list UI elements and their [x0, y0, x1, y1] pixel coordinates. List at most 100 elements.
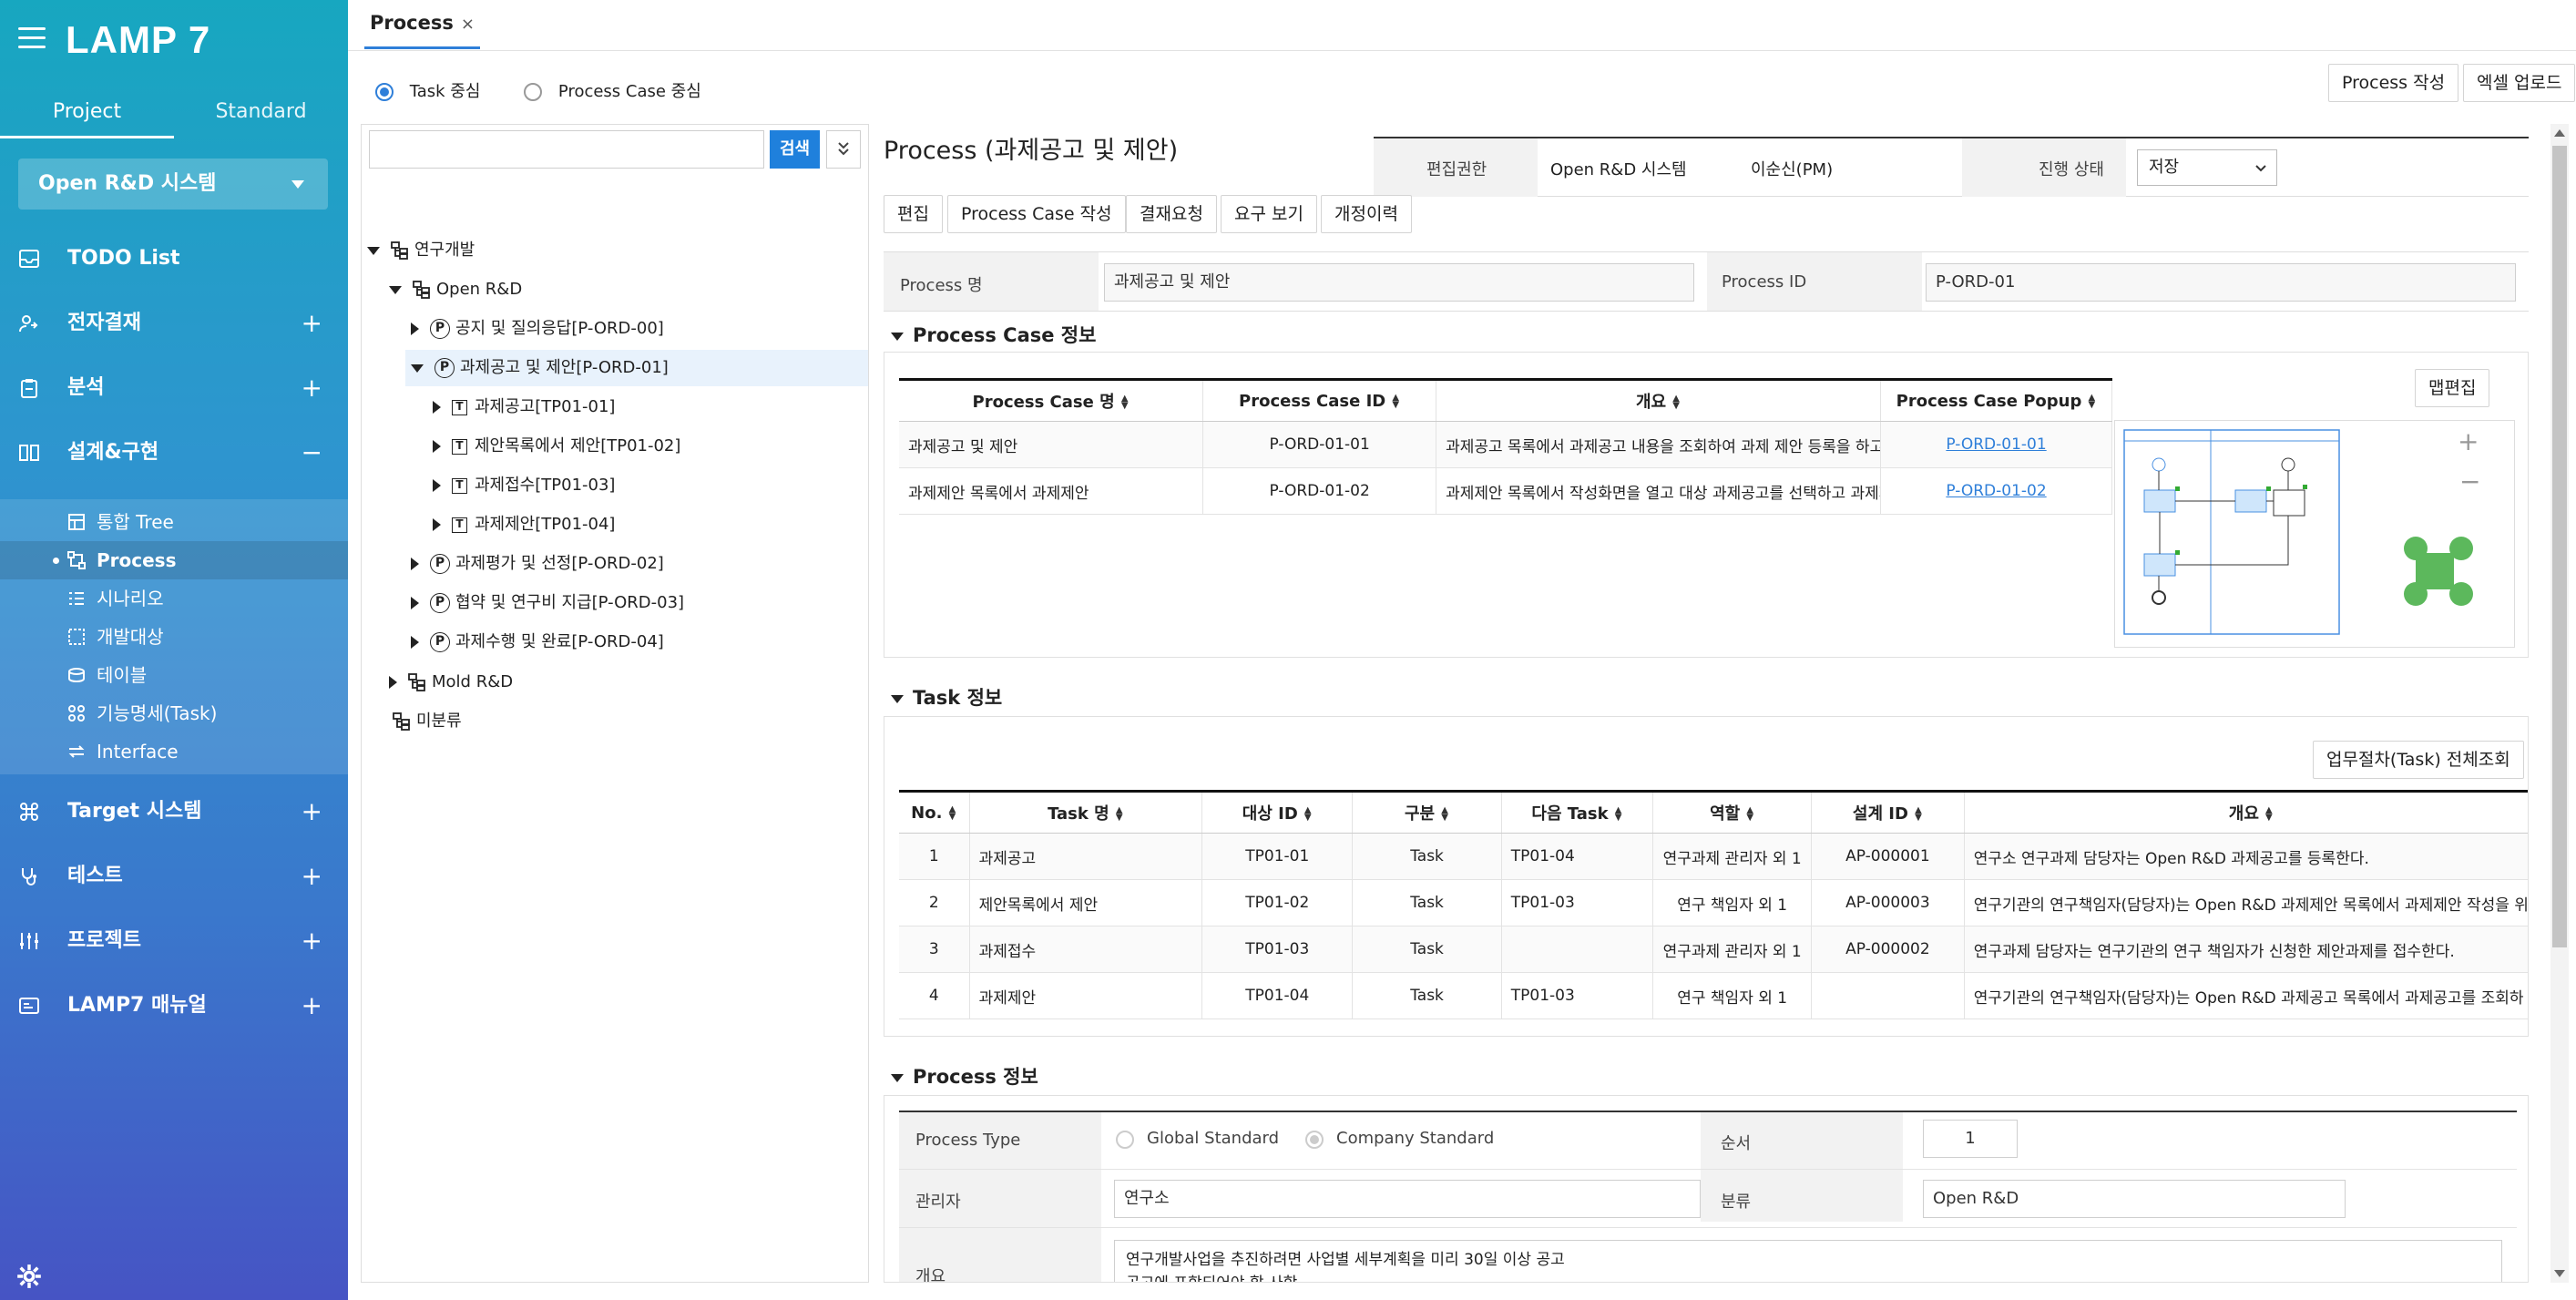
table-row[interactable]: 과제공고 및 제안 P-ORD-01-01 과제공고 목록에서 과제공고 내용을… — [899, 421, 2112, 468]
view-requirements-button[interactable]: 요구 보기 — [1221, 195, 1317, 233]
scrollbar-thumb[interactable] — [2552, 146, 2567, 947]
sidebar-item-scenario[interactable]: 시나리오 — [0, 579, 348, 618]
sort-icon[interactable]: ▲ ▼ — [1115, 806, 1124, 823]
sidebar-item-interface[interactable]: Interface — [0, 732, 348, 771]
sort-icon[interactable]: ▲ ▼ — [1303, 806, 1313, 823]
expand-toggle[interactable] — [411, 558, 419, 570]
view-all-tasks-button[interactable]: 업무절차(Task) 전체조회 — [2313, 741, 2524, 779]
collapse-icon[interactable]: − — [302, 420, 322, 485]
category-field[interactable]: Open R&D — [1923, 1180, 2346, 1218]
nav-target-system[interactable]: Target 시스템 + — [0, 779, 348, 844]
column-header[interactable]: 개요 ▲ ▼ — [1964, 790, 2528, 834]
section-process-case-title[interactable]: Process Case 정보 — [891, 321, 1096, 348]
column-header[interactable]: Process Case Popup ▲ ▼ — [1880, 378, 2112, 422]
revision-history-button[interactable]: 개정이력 — [1321, 195, 1412, 233]
tree-search-input[interactable] — [369, 130, 764, 169]
table-row[interactable]: 2 제안목록에서 제안 TP01-02 Task TP01-03 연구 책임자 … — [899, 879, 2528, 926]
expand-toggle[interactable] — [411, 636, 419, 649]
menu-icon[interactable] — [18, 27, 46, 49]
column-header[interactable]: Task 명 ▲ ▼ — [969, 790, 1203, 834]
tree-node[interactable]: Open R&D — [389, 271, 522, 308]
sort-icon[interactable]: ▲ ▼ — [947, 804, 956, 821]
sort-icon[interactable]: ▲ ▼ — [1391, 393, 1400, 409]
column-header[interactable]: No. ▲ ▼ — [899, 790, 970, 834]
tree-node[interactable]: 연구개발 — [367, 232, 475, 269]
table-row[interactable]: 과제제안 목록에서 과제제안 P-ORD-01-02 과제제안 목록에서 작성화… — [899, 467, 2112, 515]
column-header[interactable]: 구분 ▲ ▼ — [1352, 790, 1502, 834]
nav-design-impl[interactable]: 설계&구현 − — [0, 420, 348, 485]
summary-textarea[interactable]: 연구개발사업을 추진하려면 사업별 세부계획을 미리 30일 이상 공고 공고에… — [1114, 1240, 2502, 1282]
expand-icon[interactable]: + — [302, 973, 322, 1038]
column-header[interactable]: 다음 Task ▲ ▼ — [1501, 790, 1654, 834]
process-map-preview[interactable]: + − + − — [2114, 420, 2515, 648]
collapse-toggle[interactable] — [411, 363, 424, 373]
sort-icon[interactable]: ▲ ▼ — [1614, 806, 1623, 823]
column-header[interactable]: 설계 ID ▲ ▼ — [1811, 790, 1965, 834]
table-row[interactable]: 1 과제공고 TP01-01 Task TP01-04 연구과제 관리자 외 1… — [899, 833, 2528, 880]
approval-request-button[interactable]: 결재요청 — [1126, 195, 1217, 233]
collapse-toggle[interactable] — [367, 246, 380, 255]
nav-project[interactable]: 프로젝트 + — [0, 908, 348, 973]
sort-icon[interactable]: ▲ ▼ — [2087, 393, 2096, 409]
create-process-case-button[interactable]: Process Case 작성 — [947, 195, 1126, 233]
sort-icon[interactable]: ▲ ▼ — [1745, 806, 1754, 823]
collapse-toggle[interactable] — [389, 285, 402, 294]
section-task-title[interactable]: Task 정보 — [891, 683, 1002, 711]
section-process-info-title[interactable]: Process 정보 — [891, 1062, 1038, 1090]
expand-toggle[interactable] — [433, 401, 441, 414]
expand-toggle[interactable] — [433, 440, 441, 453]
expand-icon[interactable]: + — [302, 908, 322, 973]
edit-button[interactable]: 편집 — [884, 195, 943, 233]
tree-node[interactable]: T 과제공고[TP01-01] — [433, 389, 615, 425]
expand-toggle[interactable] — [389, 676, 397, 689]
sidebar-item-table[interactable]: 테이블 — [0, 656, 348, 694]
tab-project[interactable]: Project — [0, 91, 174, 138]
project-select[interactable]: Open R&D 시스템 — [18, 159, 328, 210]
expand-toggle[interactable] — [433, 479, 441, 492]
order-field[interactable]: 1 — [1923, 1120, 2018, 1158]
sidebar-item-integrated-tree[interactable]: 통합 Tree — [0, 503, 348, 541]
tree-node[interactable]: T 제안목록에서 제안[TP01-02] — [433, 428, 680, 465]
expand-icon[interactable]: + — [302, 291, 322, 355]
nav-manual[interactable]: LAMP7 매뉴얼 + — [0, 973, 348, 1038]
sidebar-item-task-spec[interactable]: 기능명세(Task) — [0, 694, 348, 732]
process-case-popup-link[interactable]: P-ORD-01-02 — [1946, 482, 2046, 500]
map-edit-button[interactable]: 맵편집 — [2415, 369, 2490, 407]
column-header[interactable]: Process Case ID ▲ ▼ — [1202, 378, 1437, 422]
tree-node-selected[interactable]: P 과제공고 및 제안[P-ORD-01] — [405, 350, 868, 386]
radio-global-standard[interactable] — [1116, 1131, 1134, 1149]
gear-icon[interactable] — [16, 1264, 42, 1289]
tree-node[interactable]: P 과제수행 및 완료[P-ORD-04] — [411, 624, 664, 660]
column-header[interactable]: 대상 ID ▲ ▼ — [1201, 790, 1354, 834]
sort-icon[interactable]: ▲ ▼ — [1440, 806, 1449, 823]
process-name-field[interactable]: 과제공고 및 제안 — [1104, 263, 1694, 302]
nav-approval[interactable]: 전자결재 + — [0, 291, 348, 355]
tree-node[interactable]: Mold R&D — [389, 664, 513, 701]
excel-upload-button[interactable]: 엑셀 업로드 — [2463, 64, 2576, 102]
table-row[interactable]: 4 과제제안 TP01-04 Task TP01-03 연구 책임자 외 1 연… — [899, 972, 2528, 1019]
page-scrollbar[interactable] — [2550, 124, 2569, 1283]
sidebar-item-process[interactable]: Process — [0, 541, 348, 579]
sort-icon[interactable]: ▲ ▼ — [1120, 394, 1130, 411]
expand-icon[interactable]: + — [302, 779, 322, 844]
sort-icon[interactable]: ▲ ▼ — [1671, 394, 1681, 411]
status-select[interactable]: 저장 — [2137, 149, 2277, 186]
nav-analysis[interactable]: 분석 + — [0, 355, 348, 420]
column-header[interactable]: Process Case 명 ▲ ▼ — [899, 378, 1204, 422]
process-case-popup-link[interactable]: P-ORD-01-01 — [1946, 435, 2046, 454]
radio-task-centric[interactable] — [375, 83, 394, 101]
sidebar-item-dev-target[interactable]: 개발대상 — [0, 618, 348, 656]
tree-node[interactable]: P 공지 및 질의응답[P-ORD-00] — [411, 311, 664, 347]
expand-toggle[interactable] — [411, 597, 419, 609]
process-id-field[interactable]: P-ORD-01 — [1926, 263, 2516, 302]
expand-all-button[interactable] — [826, 130, 861, 169]
close-icon[interactable]: × — [461, 15, 475, 34]
tab-process[interactable]: Process × — [364, 0, 480, 49]
scroll-down-icon[interactable] — [2554, 1270, 2565, 1277]
sort-icon[interactable]: ▲ ▼ — [1914, 806, 1923, 823]
expand-icon[interactable]: + — [302, 844, 322, 908]
column-header[interactable]: 역할 ▲ ▼ — [1652, 790, 1813, 834]
tree-node[interactable]: T 과제제안[TP01-04] — [433, 507, 615, 543]
column-header[interactable]: 개요 ▲ ▼ — [1436, 378, 1882, 422]
nav-test[interactable]: 테스트 + — [0, 844, 348, 908]
